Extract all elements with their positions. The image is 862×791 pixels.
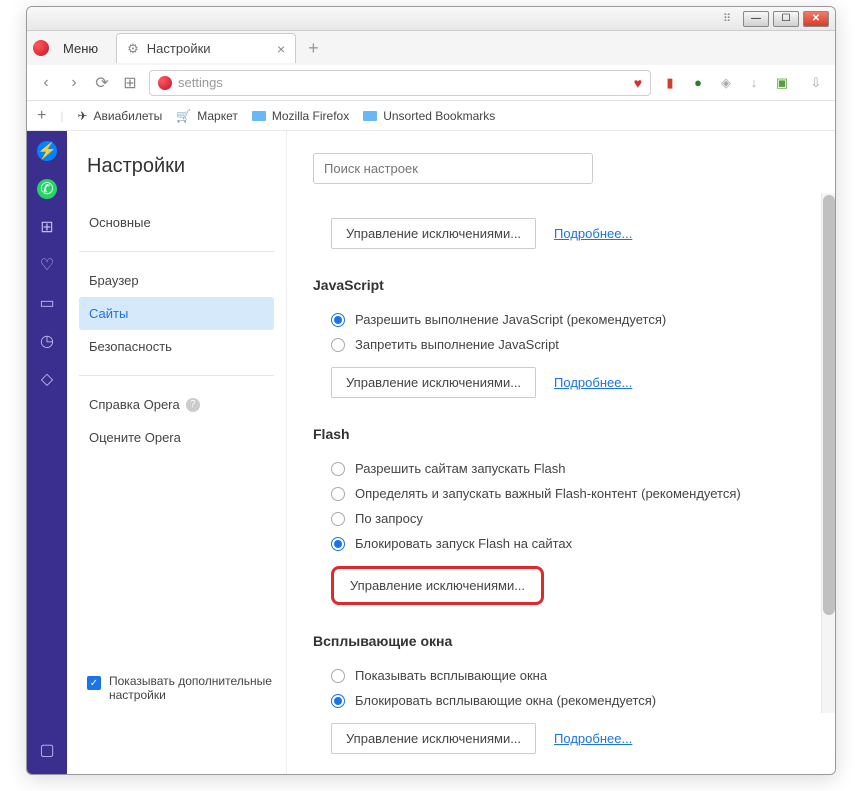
show-advanced-checkbox[interactable]: ✓ Показывать дополнительные настройки bbox=[79, 674, 274, 702]
scroll-thumb[interactable] bbox=[823, 195, 835, 615]
section-title: Flash bbox=[313, 426, 809, 442]
browser-chrome: Меню ⚙ Настройки × + ‹ › ⟳ ⊞ ♥ ▮ ● ◈ ↓ ▣… bbox=[27, 31, 835, 131]
address-field[interactable]: ♥ bbox=[149, 70, 651, 96]
sidebar-item-browser[interactable]: Браузер bbox=[79, 264, 274, 297]
settings-sidebar: Настройки Основные Браузер Сайты Безопас… bbox=[67, 131, 287, 774]
sidebar-item-sites[interactable]: Сайты bbox=[79, 297, 274, 330]
radio-flash-block[interactable]: Блокировать запуск Flash на сайтах bbox=[313, 531, 809, 556]
maximize-button[interactable]: ☐ bbox=[773, 11, 799, 27]
url-input[interactable] bbox=[178, 75, 628, 90]
question-icon: ? bbox=[186, 398, 200, 412]
add-bookmark-button[interactable]: + bbox=[37, 107, 46, 125]
tab-close-icon[interactable]: × bbox=[277, 41, 285, 57]
browser-window: ⠿ — ☐ ✕ Меню ⚙ Настройки × + ‹ › ⟳ ⊞ ♥ bbox=[26, 6, 836, 775]
download-icon[interactable]: ↓ bbox=[745, 74, 763, 92]
exceptions-button[interactable]: Управление исключениями... bbox=[331, 218, 536, 249]
gear-icon: ⚙ bbox=[127, 41, 139, 57]
radio-icon bbox=[331, 338, 345, 352]
address-bar: ‹ › ⟳ ⊞ ♥ ▮ ● ◈ ↓ ▣ ⇩ bbox=[27, 65, 835, 101]
radio-js-allow[interactable]: Разрешить выполнение JavaScript (рекомен… bbox=[313, 307, 809, 332]
extension-icon-3[interactable]: ▣ bbox=[773, 74, 791, 92]
menu-button[interactable]: Меню bbox=[55, 37, 106, 60]
section-top: Управление исключениями... Подробнее... bbox=[313, 218, 809, 249]
forward-button[interactable]: › bbox=[65, 74, 83, 92]
history-rail-icon[interactable]: ◷ bbox=[37, 331, 57, 351]
extension-icon-2[interactable]: ● bbox=[689, 74, 707, 92]
whatsapp-icon[interactable]: ✆ bbox=[37, 179, 57, 199]
search-input[interactable] bbox=[313, 153, 593, 184]
tab-label: Настройки bbox=[147, 41, 211, 56]
save-icon[interactable]: ⇩ bbox=[807, 74, 825, 92]
heart-rail-icon[interactable]: ♡ bbox=[37, 255, 57, 275]
radio-popups-block[interactable]: Блокировать всплывающие окна (рекомендуе… bbox=[313, 688, 809, 713]
collapse-rail-icon[interactable]: ▢ bbox=[37, 740, 57, 760]
minimize-button[interactable]: — bbox=[743, 11, 769, 27]
radio-popups-show[interactable]: Показывать всплывающие окна bbox=[313, 663, 809, 688]
news-rail-icon[interactable]: ▭ bbox=[37, 293, 57, 313]
back-button[interactable]: ‹ bbox=[37, 74, 55, 92]
bookmark-folder[interactable]: Unsorted Bookmarks bbox=[363, 109, 495, 123]
bookmark-folder[interactable]: Mozilla Firefox bbox=[252, 109, 349, 123]
speed-dial-rail-icon[interactable]: ⊞ bbox=[37, 217, 57, 237]
grip-icon: ⠿ bbox=[723, 12, 739, 25]
bookmarks-bar: + | ✈ Авиабилеты 🛒 Маркет Mozilla Firefo… bbox=[27, 101, 835, 131]
checkbox-checked-icon: ✓ bbox=[87, 676, 101, 690]
scrollbar[interactable] bbox=[821, 193, 835, 713]
section-title: JavaScript bbox=[313, 277, 809, 293]
sidebar-item-security[interactable]: Безопасность bbox=[79, 330, 274, 363]
messenger-icon[interactable]: ⚡ bbox=[37, 141, 57, 161]
settings-main: Управление исключениями... Подробнее... … bbox=[287, 131, 835, 774]
radio-checked-icon bbox=[331, 694, 345, 708]
more-link[interactable]: Подробнее... bbox=[554, 226, 632, 241]
radio-flash-allow[interactable]: Разрешить сайтам запускать Flash bbox=[313, 456, 809, 481]
exceptions-button-highlighted[interactable]: Управление исключениями... bbox=[331, 566, 544, 605]
radio-js-block[interactable]: Запретить выполнение JavaScript bbox=[313, 332, 809, 357]
exceptions-button[interactable]: Управление исключениями... bbox=[331, 723, 536, 754]
radio-flash-detect[interactable]: Определять и запускать важный Flash-конт… bbox=[313, 481, 809, 506]
section-javascript: JavaScript Разрешить выполнение JavaScri… bbox=[313, 277, 809, 398]
radio-icon bbox=[331, 487, 345, 501]
page-title: Настройки bbox=[79, 155, 274, 178]
more-link[interactable]: Подробнее... bbox=[554, 731, 632, 746]
radio-checked-icon bbox=[331, 313, 345, 327]
bookmark-item[interactable]: ✈ Авиабилеты bbox=[77, 109, 162, 123]
tab-settings[interactable]: ⚙ Настройки × bbox=[116, 33, 296, 63]
heart-icon[interactable]: ♥ bbox=[634, 75, 642, 91]
tabstrip: Меню ⚙ Настройки × + bbox=[27, 31, 835, 65]
exceptions-button[interactable]: Управление исключениями... bbox=[331, 367, 536, 398]
sidebar-item-rate[interactable]: Оцените Opera bbox=[79, 421, 274, 454]
folder-icon bbox=[363, 111, 377, 121]
shield-icon[interactable]: ◈ bbox=[717, 74, 735, 92]
radio-checked-icon bbox=[331, 537, 345, 551]
cart-icon: 🛒 bbox=[176, 109, 191, 123]
section-flash: Flash Разрешить сайтам запускать Flash О… bbox=[313, 426, 809, 605]
extensions-rail-icon[interactable]: ◇ bbox=[37, 369, 57, 389]
titlebar: ⠿ — ☐ ✕ bbox=[27, 7, 835, 31]
opera-badge-icon bbox=[158, 76, 172, 90]
radio-flash-ondemand[interactable]: По запросу bbox=[313, 506, 809, 531]
opera-logo-icon bbox=[33, 40, 49, 56]
reload-button[interactable]: ⟳ bbox=[93, 73, 111, 93]
new-tab-button[interactable]: + bbox=[302, 36, 325, 61]
section-title: Всплывающие окна bbox=[313, 633, 809, 649]
bookmark-item[interactable]: 🛒 Маркет bbox=[176, 109, 238, 123]
speed-dial-icon[interactable]: ⊞ bbox=[121, 73, 139, 93]
extension-icon-1[interactable]: ▮ bbox=[661, 74, 679, 92]
section-popups: Всплывающие окна Показывать всплывающие … bbox=[313, 633, 809, 754]
close-button[interactable]: ✕ bbox=[803, 11, 829, 27]
radio-icon bbox=[331, 462, 345, 476]
plane-icon: ✈ bbox=[77, 109, 87, 123]
radio-icon bbox=[331, 669, 345, 683]
left-rail: ⚡ ✆ ⊞ ♡ ▭ ◷ ◇ ▢ bbox=[27, 131, 67, 774]
radio-icon bbox=[331, 512, 345, 526]
more-link[interactable]: Подробнее... bbox=[554, 375, 632, 390]
sidebar-item-help[interactable]: Справка Opera ? bbox=[79, 388, 274, 421]
folder-icon bbox=[252, 111, 266, 121]
content-area: ⚡ ✆ ⊞ ♡ ▭ ◷ ◇ ▢ Настройки Основные Брауз… bbox=[27, 131, 835, 774]
sidebar-item-basic[interactable]: Основные bbox=[79, 206, 274, 239]
